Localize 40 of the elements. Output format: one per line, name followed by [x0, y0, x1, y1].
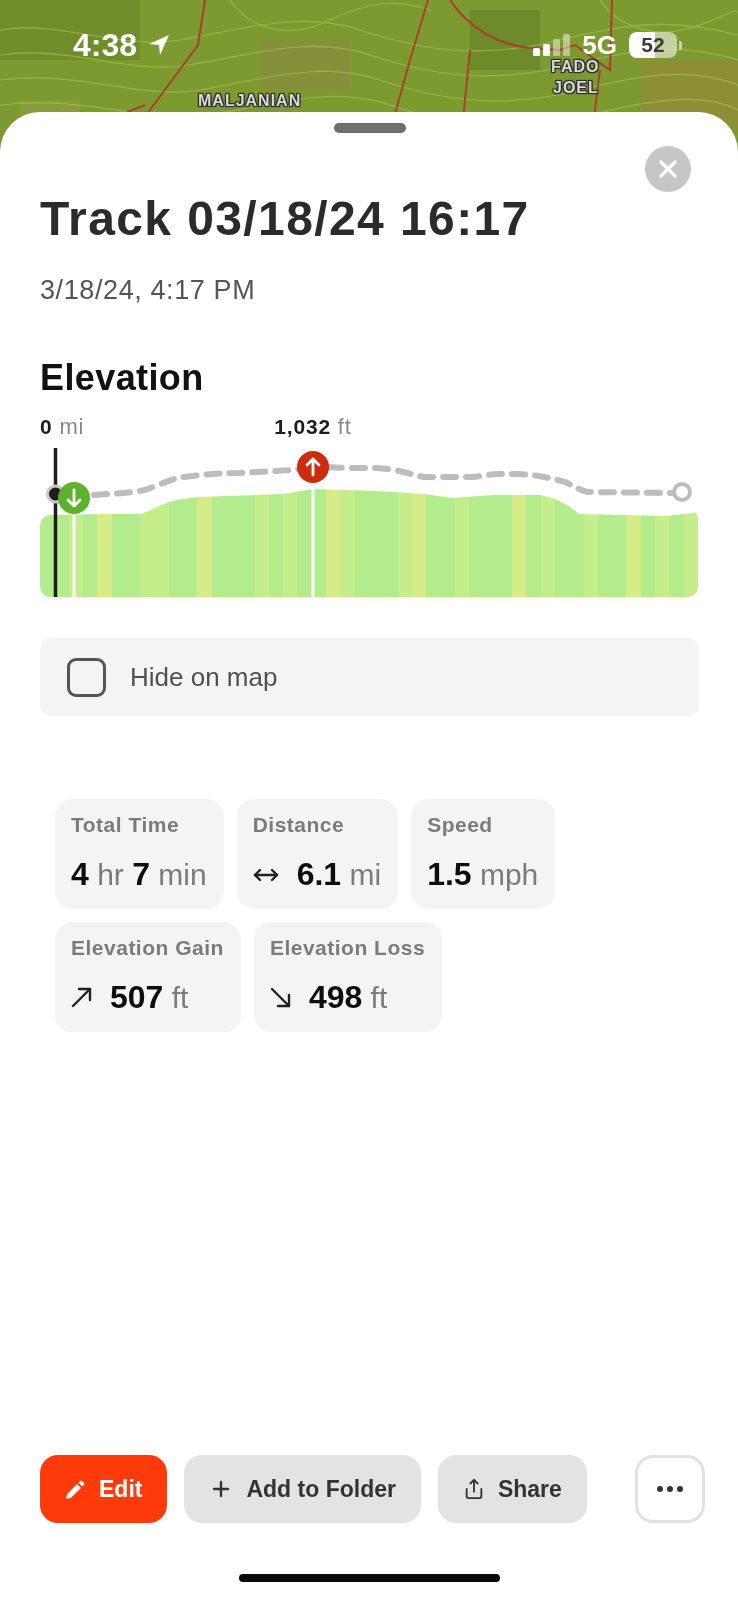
map-place-label: JOEL	[553, 78, 599, 98]
close-icon	[658, 159, 678, 179]
down-right-arrow-icon	[269, 987, 291, 1008]
map-place-label: MALJANIAN	[198, 91, 302, 111]
up-right-arrow-icon	[71, 987, 92, 1008]
track-date: 3/18/24, 4:17 PM	[40, 274, 257, 307]
stat-value: 4 hr 7 min	[71, 856, 207, 893]
stat-value: 507 ft	[110, 979, 189, 1016]
sheet-handle[interactable]	[333, 123, 406, 133]
add-to-folder-button[interactable]: Add to Folder	[184, 1455, 421, 1523]
stat-label: Total Time	[71, 813, 181, 837]
map-place-label: FADO	[551, 57, 600, 77]
location-arrow-icon	[147, 33, 172, 57]
peak-elevation-label: 1,032 ft	[274, 414, 352, 440]
status-time: 4:38	[73, 27, 138, 63]
stat-value: 6.1 mi	[296, 856, 382, 893]
high-point-marker	[297, 451, 329, 483]
distance-position-label: 0 mi	[40, 414, 85, 440]
pencil-icon	[65, 1478, 86, 1500]
section-heading: Elevation	[40, 357, 205, 399]
battery-percentage: 52	[629, 32, 677, 58]
stat-label: Speed	[427, 813, 494, 837]
stat-label: Distance	[252, 813, 346, 837]
low-point-marker	[58, 482, 90, 514]
stat-value: 1.5 mph	[427, 856, 539, 893]
share-button[interactable]: Share	[437, 1455, 587, 1523]
checkbox-label: Hide on map	[130, 662, 278, 692]
edit-button[interactable]: Edit	[40, 1455, 168, 1523]
battery-tip-icon	[679, 40, 682, 50]
stat-value: 498 ft	[308, 979, 388, 1016]
signal-icon	[533, 34, 571, 56]
more-button[interactable]	[635, 1455, 705, 1523]
checkbox[interactable]	[67, 657, 106, 697]
ellipsis-icon	[657, 1486, 683, 1492]
stat-label: Elevation Gain	[71, 936, 224, 960]
double-arrow-icon	[252, 867, 279, 882]
network-type: 5G	[582, 30, 617, 60]
track-title: Track 03/18/24 16:17	[40, 193, 531, 245]
end-point-marker	[672, 482, 692, 502]
stat-label: Elevation Loss	[269, 936, 426, 960]
